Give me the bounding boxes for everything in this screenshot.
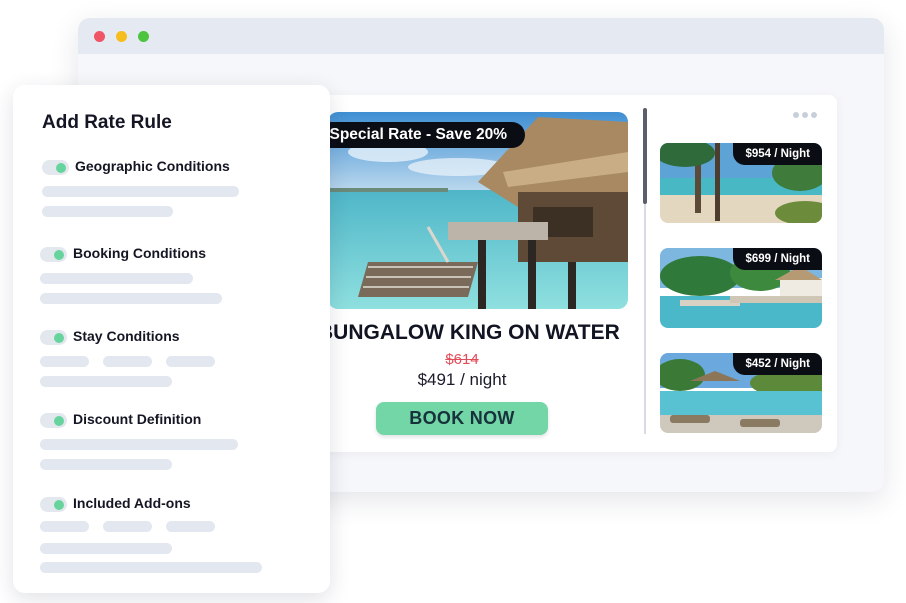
toggle-knob (56, 163, 66, 173)
discounted-price: $491 / night (417, 370, 507, 389)
original-price: $614 (445, 351, 479, 368)
booking-conditions-toggle[interactable] (40, 247, 67, 262)
placeholder-chip (103, 356, 152, 367)
discount-definition-label: Discount Definition (73, 411, 202, 427)
scrollbar-thumb[interactable] (643, 108, 647, 204)
stay-conditions-label: Stay Conditions (73, 328, 180, 344)
close-window-icon[interactable] (94, 31, 105, 42)
placeholder-line (42, 206, 173, 217)
placeholder-line (40, 562, 262, 573)
thumbnail-price-tag: $452 / Night (733, 353, 822, 375)
placeholder-chip (166, 356, 215, 367)
placeholder-line (40, 376, 172, 387)
placeholder-chip (103, 521, 152, 532)
placeholder-chip (40, 521, 89, 532)
toggle-knob (54, 416, 64, 426)
placeholder-line (40, 459, 172, 470)
toggle-knob (54, 500, 64, 510)
toggle-knob (54, 250, 64, 260)
placeholder-line (40, 293, 222, 304)
minimize-window-icon[interactable] (116, 31, 127, 42)
book-now-button[interactable]: BOOK NOW (376, 402, 548, 435)
thumbnail-pool-resort[interactable]: $699 / Night (660, 248, 822, 328)
more-options-icon[interactable] (793, 112, 817, 120)
panel-title: Add Rate Rule (42, 112, 172, 133)
thumbnail-price-tag: $699 / Night (733, 248, 822, 270)
thumbnail-price-tag: $954 / Night (733, 143, 822, 165)
included-addons-label: Included Add-ons (73, 495, 191, 511)
toggle-knob (54, 333, 64, 343)
placeholder-line (40, 439, 238, 450)
placeholder-line (40, 543, 172, 554)
thumbnail-lounge-pool[interactable]: $452 / Night (660, 353, 822, 433)
included-addons-toggle[interactable] (40, 497, 67, 512)
placeholder-chip (166, 521, 215, 532)
geographic-conditions-label: Geographic Conditions (75, 158, 230, 174)
room-title: BUNGALOW KING ON WATER (318, 321, 620, 344)
browser-titlebar (78, 18, 884, 54)
placeholder-line (40, 273, 193, 284)
stay-conditions-toggle[interactable] (40, 330, 67, 345)
discount-definition-toggle[interactable] (40, 413, 67, 428)
special-rate-banner: Special Rate - Save 20% (314, 122, 525, 148)
geographic-conditions-toggle[interactable] (42, 160, 69, 175)
thumbnail-beach[interactable]: $954 / Night (660, 143, 822, 223)
booking-conditions-label: Booking Conditions (73, 245, 206, 261)
placeholder-line (42, 186, 239, 197)
placeholder-chip (40, 356, 89, 367)
maximize-window-icon[interactable] (138, 31, 149, 42)
